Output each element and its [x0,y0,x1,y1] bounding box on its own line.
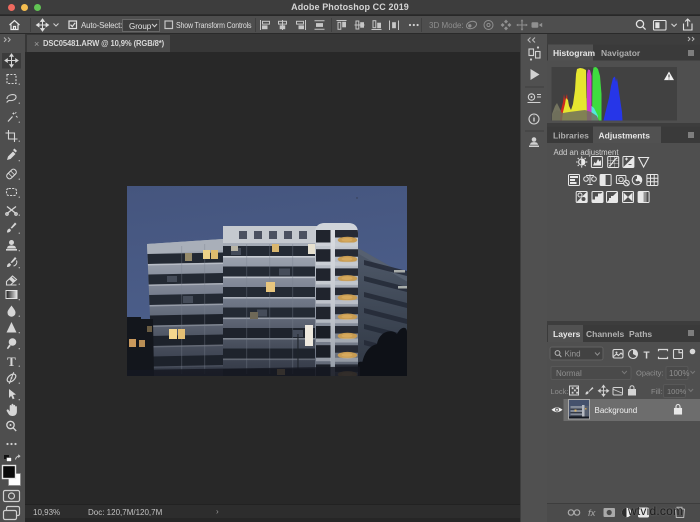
svg-text:T: T [644,351,650,362]
svg-text:Navigator: Navigator [601,48,641,58]
svg-text:fx: fx [588,508,597,519]
svg-text:Add an adjustment: Add an adjustment [554,148,620,157]
svg-text:Libraries: Libraries [553,131,589,141]
svg-text:Fill:: Fill: [651,387,663,396]
svg-text:Adjustments: Adjustments [599,131,651,141]
svg-text:T: T [7,354,16,369]
svg-text:100%: 100% [669,369,689,378]
svg-text:100%: 100% [667,387,687,396]
svg-text:Layers: Layers [553,329,581,339]
svg-text:Lock:: Lock: [551,387,569,396]
svg-text:Normal: Normal [556,369,582,378]
svg-text:Paths: Paths [629,329,652,339]
svg-text:Histogram: Histogram [553,48,595,58]
svg-text:Opacity:: Opacity: [636,369,664,378]
svg-text:Background: Background [595,406,638,415]
svg-text:Channels: Channels [586,329,625,339]
svg-text:Kind: Kind [565,350,581,359]
